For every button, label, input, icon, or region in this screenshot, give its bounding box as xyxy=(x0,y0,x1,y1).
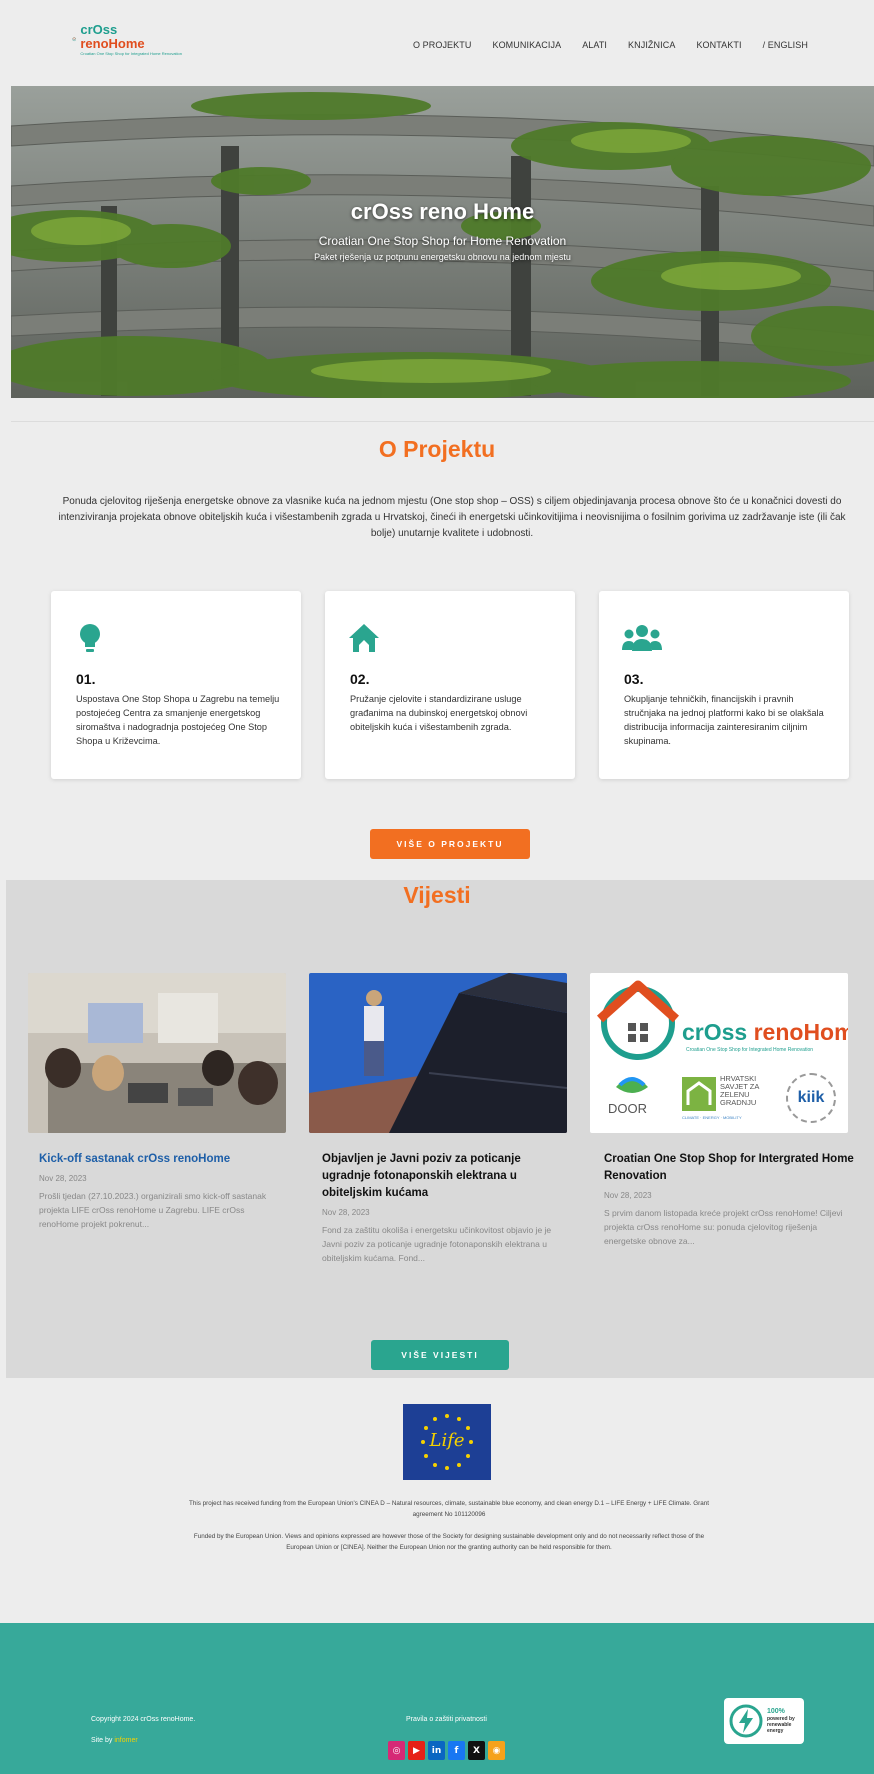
card-number: 01. xyxy=(76,671,96,687)
more-news-button[interactable]: VIŠE VIJESTI xyxy=(371,1340,509,1370)
house-logo-icon xyxy=(596,980,680,1060)
news-excerpt-3: S prvim danom listopada kreće projekt cr… xyxy=(604,1208,843,1246)
lightbulb-icon xyxy=(80,624,100,652)
about-card-1: 01. Uspostava One Stop Shopa u Zagrebu n… xyxy=(51,591,301,779)
door-logo-text: DOOR xyxy=(608,1101,647,1116)
badge-line-3: energy xyxy=(767,1728,784,1734)
footer-privacy-link[interactable]: Pravila o zaštiti privatnosti xyxy=(406,1716,487,1723)
news-title-3[interactable]: Croatian One Stop Shop for Intergrated H… xyxy=(604,1151,854,1185)
linkedin-icon[interactable]: in xyxy=(428,1741,445,1760)
news-title-2[interactable]: Objavljen je Javni poziv za poticanje ug… xyxy=(322,1151,572,1202)
social-links: ◎ ▶ in f X ◉ xyxy=(388,1741,505,1760)
card-logo-tagline: Croatian One Stop Shop for Integrated Ho… xyxy=(686,1047,814,1053)
site-logo[interactable]: crOss renoHome Croatian One Stop Shop fo… xyxy=(72,18,182,60)
lightning-bolt-icon xyxy=(729,1704,763,1738)
news-date-1: Nov 28, 2023 xyxy=(39,1174,87,1183)
about-title: O Projektu xyxy=(378,436,496,462)
card-text: Pružanje cjelovite i standardizirane usl… xyxy=(350,694,528,732)
news-image-3[interactable]: crOss renoHome Croatian One Stop Shop fo… xyxy=(590,973,848,1133)
section-divider xyxy=(11,421,874,422)
more-about-button[interactable]: VIŠE O PROJEKTU xyxy=(370,829,530,859)
news-excerpt-1: Prošli tjedan (27.10.2023.) organizirali… xyxy=(39,1191,267,1229)
hero-subtitle: Croatian One Stop Shop for Home Renovati… xyxy=(318,234,567,248)
nav-komunikacija[interactable]: KOMUNIKACIJA xyxy=(492,40,561,50)
nav-kontakti[interactable]: KONTAKTI xyxy=(696,40,741,50)
nav-alati[interactable]: ALATI xyxy=(582,40,607,50)
kiik-logo: kiik xyxy=(786,1073,836,1123)
x-icon[interactable]: X xyxy=(468,1741,485,1760)
news-image-2[interactable] xyxy=(309,973,567,1133)
logo-tagline: Croatian One Stop Shop for Integrated Ho… xyxy=(80,50,182,56)
nav-english[interactable]: / ENGLISH xyxy=(763,40,808,50)
footer-site-by: Site by infomer xyxy=(91,1737,138,1744)
nav-o-projektu[interactable]: O PROJEKTU xyxy=(413,40,472,50)
footer-site-by-link[interactable]: infomer xyxy=(114,1737,137,1744)
nav-knjiznica[interactable]: KNJIŽNICA xyxy=(628,40,675,50)
news-title: Vijesti xyxy=(403,882,471,908)
card-number: 03. xyxy=(624,671,644,687)
youtube-icon[interactable]: ▶ xyxy=(408,1741,425,1760)
house-logo-icon xyxy=(72,37,76,42)
hero-title: crOss reno Home xyxy=(350,199,535,224)
door-logo-icon xyxy=(616,1077,648,1093)
users-icon xyxy=(622,625,662,651)
eu-disclaimer-text: Funded by the European Union. Views and … xyxy=(193,1533,705,1551)
logo-name-part1: crOss xyxy=(80,21,118,37)
footer-copyright: Copyright 2024 crOss renoHome. xyxy=(91,1716,196,1723)
hero-subtitle-2: Paket rješenja uz potpunu energetsku obn… xyxy=(314,252,571,262)
news-title-1[interactable]: Kick-off sastanak crOss renoHome xyxy=(39,1151,289,1168)
instagram-icon[interactable]: ◎ xyxy=(388,1741,405,1760)
eu-funding-text: This project has received funding from t… xyxy=(189,1500,709,1518)
renewable-energy-badge: 100% powered by renewable energy xyxy=(724,1698,804,1744)
hsgz-logo-icon xyxy=(682,1077,716,1111)
news-date-2: Nov 28, 2023 xyxy=(322,1208,370,1217)
rss-icon[interactable]: ◉ xyxy=(488,1741,505,1760)
card-text: Okupljanje tehničkih, financijskih i pra… xyxy=(624,694,824,746)
house-icon xyxy=(349,624,379,652)
eu-life-logo: Life xyxy=(403,1404,491,1480)
news-date-3: Nov 28, 2023 xyxy=(604,1191,652,1200)
main-nav: O PROJEKTU KOMUNIKACIJA ALATI KNJIŽNICA … xyxy=(413,40,808,50)
hero-banner: crOss reno Home Croatian One Stop Shop f… xyxy=(11,86,874,398)
about-intro: Ponuda cjelovitog riješenja energetske o… xyxy=(58,496,846,539)
about-card-3: 03. Okupljanje tehničkih, financijskih i… xyxy=(599,591,849,779)
facebook-icon[interactable]: f xyxy=(448,1741,465,1760)
card-number: 02. xyxy=(350,671,370,687)
hsgz-logo-tag: CLIMATE · ENERGY · MOBILITY xyxy=(682,1115,742,1120)
life-text: Life xyxy=(429,1430,465,1451)
hsgz-logo-text: HRVATSKI SAVJET ZA ZELENU GRADNJU xyxy=(720,1074,760,1107)
site-header: crOss renoHome Croatian One Stop Shop fo… xyxy=(0,0,874,86)
logo-name-part2: renoHome xyxy=(80,35,145,51)
badge-percent: 100% xyxy=(767,1708,785,1715)
card-text: Uspostava One Stop Shopa u Zagrebu na te… xyxy=(76,694,280,746)
news-image-1[interactable] xyxy=(28,973,286,1133)
card-logo-name: crOss renoHome xyxy=(682,1019,848,1045)
news-excerpt-2: Fond za zaštitu okoliša i energetsku uči… xyxy=(322,1225,552,1263)
about-card-2: 02. Pružanje cjelovite i standardizirane… xyxy=(325,591,575,779)
